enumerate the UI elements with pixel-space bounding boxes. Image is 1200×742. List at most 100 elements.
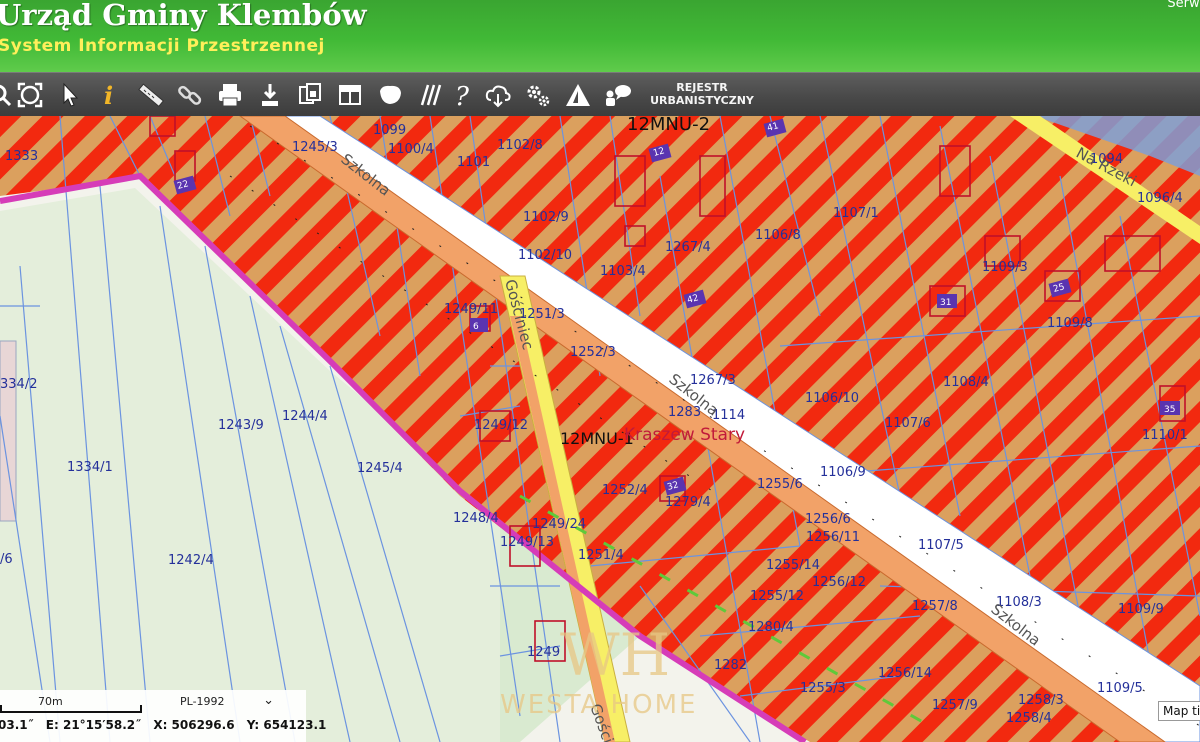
- layout-tool[interactable]: [334, 79, 366, 111]
- parcel-label: 1243/9: [218, 418, 264, 433]
- parcel-label: 1109/9: [1118, 602, 1164, 617]
- parcel-label: 1102/8: [497, 138, 543, 153]
- coordinates-readout: 03.1˝ E: 21°15′58.2˝ X: 506296.6 Y: 6541…: [0, 718, 334, 732]
- copy-tool[interactable]: [294, 79, 326, 111]
- parcel-label: 1249/11: [444, 302, 498, 317]
- download-tool[interactable]: [254, 79, 286, 111]
- select-tool[interactable]: [54, 79, 86, 111]
- hatch-tool[interactable]: [414, 79, 446, 111]
- crs-select[interactable]: PL-1992 ⌄: [180, 693, 290, 708]
- parcel-label: 1256/14: [878, 666, 932, 681]
- parcel-label: 1109/5: [1097, 681, 1143, 696]
- parcel-label: 1245/3: [292, 140, 338, 155]
- app-header: Urząd Gminy Klembów System Informacji Pr…: [0, 0, 1200, 72]
- print-tool[interactable]: [214, 79, 246, 111]
- parcel-label: 1249: [527, 645, 560, 660]
- hatch-icon: [420, 84, 442, 106]
- printer-icon: [219, 84, 241, 107]
- zone-label: 12MNU-2: [627, 116, 710, 135]
- cloud-download-tool[interactable]: [482, 79, 514, 111]
- parcel-label: 1258/4: [1006, 711, 1052, 726]
- parcel-label: /6: [0, 552, 13, 567]
- parcel-label: 1110/1: [1142, 428, 1188, 443]
- parcel-label: 1103/4: [600, 264, 646, 279]
- map-toolbar: i ? REJESTR URBANISTYCZNY: [0, 72, 1200, 117]
- settings-tool[interactable]: [522, 79, 554, 111]
- building-number: 31: [940, 298, 951, 308]
- map-view[interactable]: 1333 1099 1100/4 1245/3 1102/8 1101 1094 1096/4…: [0, 116, 1200, 742]
- coord-lon: E: 21°15′58.2˝: [45, 718, 142, 732]
- parcel-label: 1106/10: [805, 391, 859, 406]
- services-link[interactable]: Serwis: [1167, 0, 1200, 11]
- app-subtitle: System Informacji Przestrzennej: [0, 36, 325, 56]
- urban-registry-button[interactable]: REJESTR URBANISTYCZNY: [640, 81, 764, 107]
- zone-label: 12MNU-1: [560, 429, 634, 448]
- parcel-label: 1102/10: [518, 248, 572, 263]
- svg-text:i: i: [104, 81, 113, 109]
- parcel-label: 1333: [5, 149, 38, 164]
- parcel-label: 1096/4: [1137, 191, 1183, 206]
- cloud-download-icon: [485, 85, 511, 108]
- map-canvas[interactable]: 133310991100/41245/3 1102/81101 10941096/4…: [0, 116, 1200, 742]
- parcel-label: 1242/4: [168, 553, 214, 568]
- parcel-label: 1252/4: [602, 483, 648, 498]
- question-icon: ?: [455, 82, 470, 109]
- warning-tool[interactable]: [562, 79, 594, 111]
- registry-label-line2: URBANISTYCZNY: [650, 94, 754, 107]
- arrow-cursor-icon: [63, 82, 79, 107]
- parcel-label: 1109/3: [982, 260, 1028, 275]
- parcel-label: 1256/6: [805, 512, 851, 527]
- parcel-label: 1248/4: [453, 511, 499, 526]
- registry-label-line1: REJESTR: [676, 81, 728, 94]
- parcel-label: 1255/14: [766, 558, 820, 573]
- parcel-label: 1249/13: [500, 535, 554, 550]
- link-tool[interactable]: [174, 79, 206, 111]
- parcel-label: 1255/3: [800, 681, 846, 696]
- parcel-label: 1280/4: [748, 620, 794, 635]
- svg-text:?: ?: [455, 82, 470, 109]
- chain-link-icon: [178, 85, 202, 105]
- parcel-label: 1251/4: [578, 548, 624, 563]
- parcel-label: 1267/4: [665, 240, 711, 255]
- parcel-label: 1244/4: [282, 409, 328, 424]
- comment-tool[interactable]: [602, 79, 634, 111]
- map-tip-toggle[interactable]: Map ti: [1158, 701, 1200, 721]
- help-tool[interactable]: ?: [446, 79, 478, 111]
- layout-icon: [339, 85, 361, 105]
- parcel-label: 1258/3: [1018, 693, 1064, 708]
- user-comment-icon: [606, 85, 631, 106]
- parcel-label: 1245/4: [357, 461, 403, 476]
- parcel-label: 1249/12: [474, 418, 528, 433]
- warning-icon: [566, 84, 590, 106]
- building-number: 6: [473, 322, 479, 332]
- parcel-label: 1257/9: [932, 698, 978, 713]
- parcel-label: 1109/8: [1047, 316, 1093, 331]
- measure-tool[interactable]: [134, 79, 166, 111]
- gears-icon: [527, 85, 550, 107]
- parcel-label: 1256/11: [806, 530, 860, 545]
- coord-x: X: 506296.6: [153, 718, 235, 732]
- coord-y: Y: 654123.1: [246, 718, 327, 732]
- full-extent-icon: [17, 82, 43, 108]
- parcel-label: 1252/3: [570, 345, 616, 360]
- place-name-label: Kraszew Stary: [624, 425, 745, 445]
- info-tool[interactable]: i: [94, 79, 126, 111]
- copy-icon: [299, 83, 321, 104]
- app-title: Urząd Gminy Klembów: [0, 0, 367, 32]
- parcel-label: 1106/8: [755, 228, 801, 243]
- parcel-label: 1100/4: [388, 142, 434, 157]
- parcel-label: 1106/9: [820, 465, 866, 480]
- crs-value: PL-1992: [180, 695, 225, 708]
- parcel-label: 1256/12: [812, 575, 866, 590]
- building-number: 35: [1164, 405, 1175, 415]
- coord-lat: 03.1˝: [0, 718, 34, 732]
- parcel-label: 1102/9: [523, 210, 569, 225]
- shape-tool[interactable]: [374, 79, 406, 111]
- scale-coordinates-panel: 70m PL-1992 ⌄ 03.1˝ E: 21°15′58.2˝ X: 50…: [0, 690, 326, 742]
- parcel-label: 1101: [457, 155, 490, 170]
- parcel-label: 1107/6: [885, 416, 931, 431]
- full-extent-tool[interactable]: [14, 79, 46, 111]
- parcel-label: 1107/5: [918, 538, 964, 553]
- download-icon: [262, 84, 278, 106]
- parcel-label: 1279/4: [665, 495, 711, 510]
